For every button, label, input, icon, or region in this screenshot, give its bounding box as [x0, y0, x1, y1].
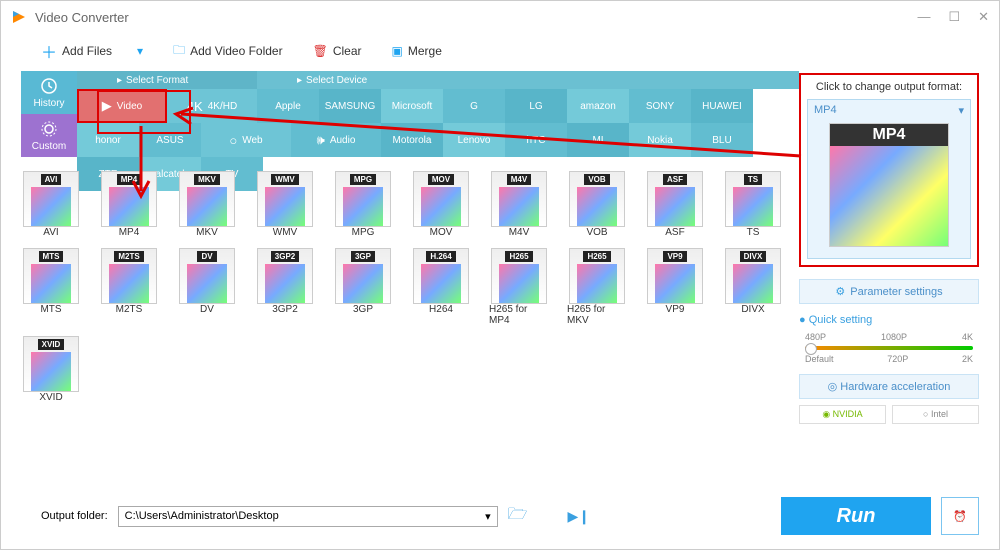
app-title: Video Converter	[35, 10, 129, 25]
format-web[interactable]: ○Web	[201, 123, 291, 157]
trash-icon: 🗑	[313, 44, 328, 58]
run-button[interactable]: Run	[781, 497, 931, 535]
history-icon	[40, 77, 58, 95]
select-format-header: ▸ Select Format	[77, 71, 257, 89]
parameter-settings-button[interactable]: ⚙Parameter settings	[799, 279, 979, 304]
format-m4v[interactable]: M4VM4V	[489, 171, 549, 238]
add-folder-button[interactable]: 🗀Add Video Folder	[173, 41, 283, 62]
titlebar: Video Converter — ☐ ✕	[1, 1, 999, 33]
brand-blu[interactable]: BLU	[691, 123, 753, 157]
add-files-button[interactable]: ＋Add Files▾	[41, 39, 143, 63]
format-ts[interactable]: TSTS	[723, 171, 783, 238]
format-mkv[interactable]: MKVMKV	[177, 171, 237, 238]
sliders-icon: ⚙	[835, 285, 845, 298]
brand-honor[interactable]: honor	[77, 123, 139, 157]
maximize-button[interactable]: ☐	[948, 9, 960, 25]
format-wmv[interactable]: WMVWMV	[255, 171, 315, 238]
brand-microsoft[interactable]: Microsoft	[381, 89, 443, 123]
close-button[interactable]: ✕	[978, 9, 989, 25]
clear-button[interactable]: 🗑Clear	[313, 44, 362, 58]
format-h264[interactable]: H.264H264	[411, 248, 471, 326]
format-4khd[interactable]: 4K4K/HD	[167, 89, 257, 123]
gear-icon	[40, 120, 58, 138]
format-divx[interactable]: DIVXDIVX	[723, 248, 783, 326]
brand-apple[interactable]: Apple	[257, 89, 319, 123]
brand-mi[interactable]: MI	[567, 123, 629, 157]
format-mov[interactable]: MOVMOV	[411, 171, 471, 238]
output-folder-input[interactable]: C:\Users\Administrator\Desktop▾	[118, 506, 498, 527]
open-folder-icon[interactable]: 🗁	[508, 503, 528, 530]
format-m2ts[interactable]: M2TSM2TS	[99, 248, 159, 326]
format-asf[interactable]: ASFASF	[645, 171, 705, 238]
format-mpg[interactable]: MPGMPG	[333, 171, 393, 238]
brand-nokia[interactable]: Nokia	[629, 123, 691, 157]
chevron-down-icon: ▾	[958, 104, 964, 117]
brand-amazon[interactable]: amazon	[567, 89, 629, 123]
brand-google[interactable]: G	[443, 89, 505, 123]
minimize-button[interactable]: —	[917, 9, 930, 25]
format-vp9[interactable]: VP9VP9	[645, 248, 705, 326]
folder-icon: 🗀	[173, 41, 185, 62]
nvidia-button[interactable]: ◉ NVIDIA	[799, 405, 886, 424]
merge-icon: ▣	[392, 44, 403, 58]
output-prompt: Click to change output format:	[807, 81, 971, 93]
quality-slider[interactable]	[805, 346, 973, 350]
brand-samsung[interactable]: SAMSUNG	[319, 89, 381, 123]
output-format-selector[interactable]: MP4▾ MP4	[807, 99, 971, 259]
format-xvid[interactable]: XVIDXVID	[21, 336, 81, 403]
format-mp4[interactable]: MP4MP4	[99, 171, 159, 238]
clock-icon: ⏰	[953, 510, 967, 523]
format-mts[interactable]: MTSMTS	[21, 248, 81, 326]
hardware-acceleration-button[interactable]: ◎ Hardware acceleration	[799, 374, 979, 399]
brand-htc[interactable]: hTC	[505, 123, 567, 157]
brand-huawei[interactable]: HUAWEI	[691, 89, 753, 123]
format-vob[interactable]: VOBVOB	[567, 171, 627, 238]
chevron-down-icon: ▾	[485, 510, 491, 523]
brand-motorola[interactable]: Motorola	[381, 123, 443, 157]
format-3gp[interactable]: 3GP3GP	[333, 248, 393, 326]
intel-button[interactable]: ○ Intel	[892, 405, 979, 424]
select-device-header: ▸ Select Device	[257, 71, 799, 89]
brand-sony[interactable]: SONY	[629, 89, 691, 123]
custom-tab[interactable]: Custom	[21, 114, 77, 157]
output-folder-label: Output folder:	[41, 510, 108, 522]
brand-asus[interactable]: ASUS	[139, 123, 201, 157]
app-logo	[11, 9, 27, 25]
brand-lg[interactable]: LG	[505, 89, 567, 123]
quick-setting-label: ● Quick setting	[799, 314, 979, 326]
video-folder-icon[interactable]: ▶❙	[568, 508, 591, 525]
brand-lenovo[interactable]: Lenovo	[443, 123, 505, 157]
schedule-button[interactable]: ⏰	[941, 497, 979, 535]
merge-button[interactable]: ▣Merge	[392, 44, 442, 58]
format-grid: AVIAVI MP4MP4 MKVMKV WMVWMV MPGMPG MOVMOV M4VM…	[21, 171, 799, 413]
format-avi[interactable]: AVIAVI	[21, 171, 81, 238]
format-video[interactable]: ▶Video	[77, 89, 167, 123]
format-3gp2[interactable]: 3GP23GP2	[255, 248, 315, 326]
format-audio[interactable]: 🕪Audio	[291, 123, 381, 157]
format-h265-for-mp4[interactable]: H265H265 for MP4	[489, 248, 549, 326]
history-tab[interactable]: History	[21, 71, 77, 114]
toolbar: ＋Add Files▾ 🗀Add Video Folder 🗑Clear ▣Me…	[41, 37, 959, 65]
format-h265-for-mkv[interactable]: H265H265 for MKV	[567, 248, 627, 326]
format-dv[interactable]: DVDV	[177, 248, 237, 326]
output-format-box: Click to change output format: MP4▾ MP4	[799, 73, 979, 267]
